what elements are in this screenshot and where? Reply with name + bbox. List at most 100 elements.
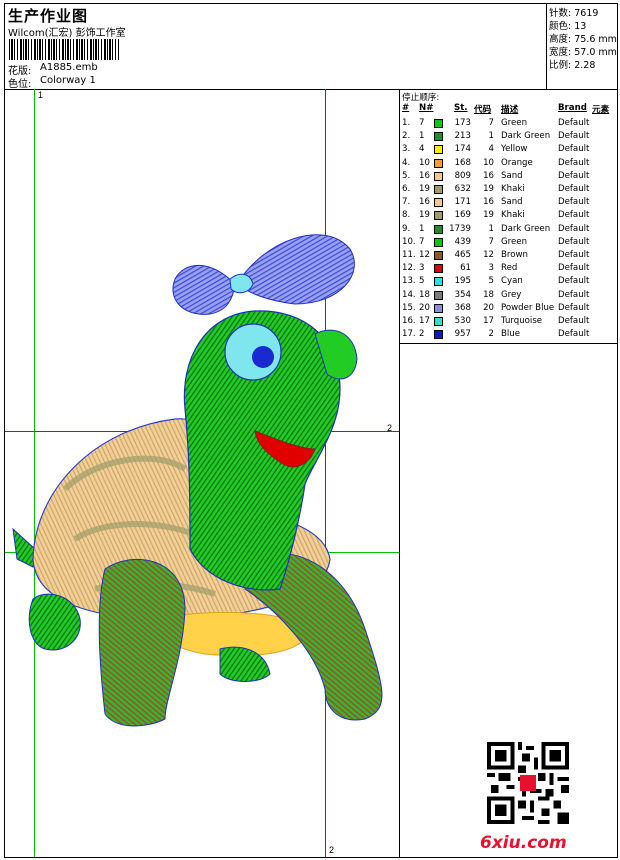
row-index: 12. bbox=[402, 263, 416, 274]
row-brand: Default bbox=[558, 118, 590, 128]
row-code: 1 bbox=[488, 223, 494, 234]
row-code: 12 bbox=[483, 250, 494, 260]
barcode bbox=[9, 39, 119, 60]
row-description: Sand bbox=[501, 170, 523, 181]
row-color-swatch bbox=[434, 198, 443, 208]
row-brand: Default bbox=[558, 263, 590, 274]
thread-row: 12. 3 61 3 Red Default bbox=[400, 263, 617, 276]
row-needle: 19 bbox=[419, 184, 430, 194]
row-stitches: 168 bbox=[454, 157, 471, 168]
row-description: Green bbox=[501, 118, 528, 128]
row-description: Khaki bbox=[501, 184, 525, 194]
row-brand: Default bbox=[558, 316, 590, 326]
column-header-description: 描述 bbox=[501, 105, 519, 115]
row-brand: Default bbox=[558, 302, 590, 313]
row-stitches: 171 bbox=[454, 197, 471, 208]
stat-scale: 比例: 2.28 bbox=[549, 60, 596, 71]
row-index: 9. bbox=[402, 223, 411, 234]
thread-stop-list: 停止顺序: # N# St. 代码 描述 Brand 元素 1. 7 173 7 Gre… bbox=[400, 89, 617, 344]
qr-code bbox=[487, 742, 569, 824]
stat-width: 宽度: 57.0 mm bbox=[549, 47, 617, 58]
design-file-name: A1885.emb bbox=[40, 62, 98, 73]
thread-row: 1. 7 173 7 Green Default bbox=[400, 118, 617, 131]
row-index: 3. bbox=[402, 144, 411, 155]
row-code: 19 bbox=[483, 184, 494, 194]
column-header-brand: Brand bbox=[558, 103, 587, 113]
row-brand: Default bbox=[558, 144, 590, 155]
row-code: 5 bbox=[488, 276, 494, 287]
row-brand: Default bbox=[558, 276, 590, 287]
row-code: 7 bbox=[488, 236, 494, 247]
thread-row: 10. 7 439 7 Green Default bbox=[400, 237, 617, 250]
row-stitches: 439 bbox=[454, 236, 471, 247]
row-index: 6. bbox=[402, 184, 411, 194]
row-stitches: 465 bbox=[454, 250, 471, 260]
row-description: Khaki bbox=[501, 210, 525, 221]
row-description: Blue bbox=[501, 329, 521, 340]
row-description: Grey bbox=[501, 289, 522, 300]
row-needle: 7 bbox=[419, 236, 425, 247]
row-needle: 1 bbox=[419, 223, 425, 234]
row-description: Cyan bbox=[501, 276, 523, 287]
thread-row: 17. 2 957 2 Blue Default bbox=[400, 329, 617, 342]
row-code: 20 bbox=[483, 302, 494, 313]
row-stitches: 195 bbox=[454, 276, 471, 287]
row-stitches: 174 bbox=[454, 144, 471, 155]
thread-row: 5. 16 809 16 Sand Default bbox=[400, 171, 617, 184]
row-description: Sand bbox=[501, 197, 523, 208]
turtle-embroidery-image bbox=[12, 234, 383, 727]
row-color-swatch bbox=[434, 185, 443, 194]
row-brand: Default bbox=[558, 329, 590, 340]
row-needle: 7 bbox=[419, 118, 425, 128]
row-brand: Default bbox=[558, 210, 590, 221]
row-needle: 4 bbox=[419, 144, 425, 155]
row-needle: 2 bbox=[419, 329, 425, 340]
thread-row: 4. 10 168 10 Orange Default bbox=[400, 158, 617, 171]
row-needle: 3 bbox=[419, 263, 425, 274]
row-description: Orange bbox=[501, 157, 533, 168]
row-stitches: 530 bbox=[454, 316, 471, 326]
row-stitches: 1739 bbox=[449, 223, 471, 234]
row-needle: 16 bbox=[419, 170, 430, 181]
row-code: 1 bbox=[488, 131, 494, 142]
company-name: Wilcom(汇宏) 彭饰工作室 bbox=[8, 28, 126, 39]
row-description: Turquoise bbox=[501, 316, 543, 326]
row-index: 2. bbox=[402, 131, 411, 142]
row-needle: 17 bbox=[419, 316, 430, 326]
header-info: 生产作业图 Wilcom(汇宏) 彭饰工作室 花版: A1885.emb 色位:… bbox=[5, 4, 547, 90]
row-needle: 5 bbox=[419, 276, 425, 287]
row-color-swatch bbox=[434, 290, 443, 300]
row-color-swatch bbox=[434, 224, 443, 234]
thread-row: 7. 16 171 16 Sand Default bbox=[400, 197, 617, 210]
colorway-value: Colorway 1 bbox=[40, 75, 96, 86]
thread-row: 3. 4 174 4 Yellow Default bbox=[400, 144, 617, 157]
row-code: 16 bbox=[483, 170, 494, 181]
row-stitches: 173 bbox=[454, 118, 471, 128]
row-color-swatch bbox=[434, 317, 443, 326]
row-description: Dark Green bbox=[501, 223, 551, 234]
row-description: Red bbox=[501, 263, 518, 274]
design-stats: 针数: 7619 颜色: 13 高度: 75.6 mm 宽度: 57.0 mm … bbox=[547, 4, 617, 89]
row-stitches: 957 bbox=[454, 329, 471, 340]
row-index: 5. bbox=[402, 170, 411, 181]
row-color-swatch bbox=[434, 303, 443, 313]
column-header-element: 元素 bbox=[592, 105, 610, 115]
thread-row: 15. 20 368 20 Powder Blue Default bbox=[400, 303, 617, 316]
thread-row: 13. 5 195 5 Cyan Default bbox=[400, 276, 617, 289]
row-color-swatch bbox=[434, 171, 443, 181]
row-index: 13. bbox=[402, 276, 416, 287]
row-stitches: 809 bbox=[454, 170, 471, 181]
row-stitches: 169 bbox=[454, 210, 471, 221]
row-color-swatch bbox=[434, 251, 443, 260]
thread-row: 8. 19 169 19 Khaki Default bbox=[400, 210, 617, 223]
row-description: Powder Blue bbox=[501, 302, 555, 313]
row-needle: 1 bbox=[419, 131, 425, 142]
row-color-swatch bbox=[434, 330, 443, 340]
row-description: Dark Green bbox=[501, 131, 551, 142]
row-code: 17 bbox=[483, 316, 494, 326]
row-index: 4. bbox=[402, 157, 411, 168]
row-needle: 10 bbox=[419, 157, 430, 168]
row-brand: Default bbox=[558, 197, 590, 208]
column-header-index: # bbox=[402, 103, 410, 113]
row-description: Yellow bbox=[501, 144, 528, 155]
